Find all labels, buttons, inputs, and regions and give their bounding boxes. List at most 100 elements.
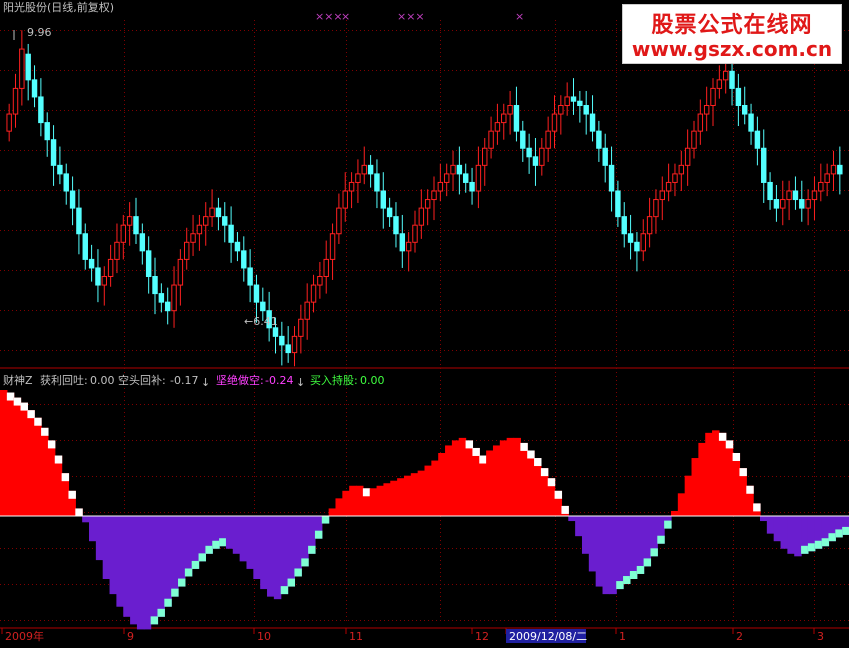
grid-dot — [220, 584, 221, 585]
grid-dot — [304, 30, 305, 31]
grid-dot — [60, 190, 61, 191]
grid-dot — [448, 190, 449, 191]
grid-dot — [524, 404, 525, 405]
grid-dot — [788, 270, 789, 271]
grid-dot — [124, 320, 125, 321]
grid-dot — [664, 512, 665, 513]
grid-dot — [728, 620, 729, 621]
grid-dot — [320, 350, 321, 351]
candle-body — [806, 200, 810, 209]
grid-dot — [208, 584, 209, 585]
grid-dot — [8, 548, 9, 549]
grid-dot — [254, 584, 255, 585]
grid-dot — [364, 230, 365, 231]
grid-dot — [733, 96, 734, 97]
grid-dot — [254, 476, 255, 477]
grid-dot — [124, 200, 125, 201]
grid-dot — [254, 172, 255, 173]
grid-dot — [596, 150, 597, 151]
grid-dot — [356, 150, 357, 151]
grid-dot — [176, 30, 177, 31]
grid-dot — [212, 512, 213, 513]
grid-dot — [814, 304, 815, 305]
grid-dot — [733, 420, 734, 421]
grid-dot — [580, 30, 581, 31]
grid-dot — [555, 412, 556, 413]
grid-dot — [380, 310, 381, 311]
grid-dot — [612, 440, 613, 441]
grid-dot — [555, 352, 556, 353]
grid-dot — [840, 310, 841, 311]
grid-dot — [76, 310, 77, 311]
grid-dot — [748, 270, 749, 271]
grid-dot — [4, 350, 5, 351]
grid-dot — [368, 350, 369, 351]
grid-dot — [752, 440, 753, 441]
indicator-bar — [383, 483, 390, 516]
grid-dot — [124, 284, 125, 285]
grid-dot — [480, 440, 481, 441]
grid-dot — [252, 404, 253, 405]
grid-dot — [124, 168, 125, 169]
grid-dot — [555, 536, 556, 537]
grid-dot — [504, 350, 505, 351]
grid-dot — [814, 388, 815, 389]
grid-dot — [616, 28, 617, 29]
grid-dot — [64, 310, 65, 311]
grid-dot — [384, 440, 385, 441]
grid-dot — [88, 70, 89, 71]
grid-dot — [536, 190, 537, 191]
grid-dot — [596, 620, 597, 621]
grid-dot — [328, 310, 329, 311]
grid-dot — [346, 92, 347, 93]
grid-dot — [254, 352, 255, 353]
indicator-edge — [62, 473, 69, 481]
grid-dot — [624, 404, 625, 405]
grid-dot — [440, 536, 441, 537]
grid-dot — [236, 350, 237, 351]
grid-dot — [346, 396, 347, 397]
grid-dot — [472, 270, 473, 271]
grid-dot — [200, 150, 201, 151]
grid-dot — [56, 70, 57, 71]
grid-dot — [520, 230, 521, 231]
grid-dot — [432, 230, 433, 231]
grid-dot — [448, 350, 449, 351]
grid-dot — [320, 230, 321, 231]
grid-dot — [136, 70, 137, 71]
grid-dot — [456, 548, 457, 549]
grid-dot — [364, 620, 365, 621]
grid-dot — [254, 40, 255, 41]
grid-dot — [844, 310, 845, 311]
grid-dot — [760, 150, 761, 151]
grid-dot — [4, 190, 5, 191]
grid-dot — [254, 84, 255, 85]
candle-body — [286, 345, 290, 353]
grid-dot — [296, 620, 297, 621]
grid-dot — [616, 376, 617, 377]
grid-dot — [120, 70, 121, 71]
grid-dot — [88, 110, 89, 111]
grid-dot — [700, 404, 701, 405]
grid-dot — [176, 230, 177, 231]
grid-dot — [64, 150, 65, 151]
grid-dot — [612, 512, 613, 513]
grid-dot — [304, 110, 305, 111]
grid-dot — [696, 350, 697, 351]
candle-body — [39, 97, 43, 123]
grid-dot — [124, 248, 125, 249]
grid-dot — [616, 420, 617, 421]
grid-dot — [716, 110, 717, 111]
grid-dot — [346, 316, 347, 317]
grid-dot — [814, 604, 815, 605]
grid-dot — [476, 440, 477, 441]
grid-dot — [432, 150, 433, 151]
grid-dot — [555, 264, 556, 265]
grid-dot — [244, 476, 245, 477]
grid-dot — [608, 150, 609, 151]
grid-dot — [500, 30, 501, 31]
grid-dot — [196, 310, 197, 311]
candle-body — [825, 174, 829, 183]
grid-dot — [555, 376, 556, 377]
grid-dot — [672, 404, 673, 405]
